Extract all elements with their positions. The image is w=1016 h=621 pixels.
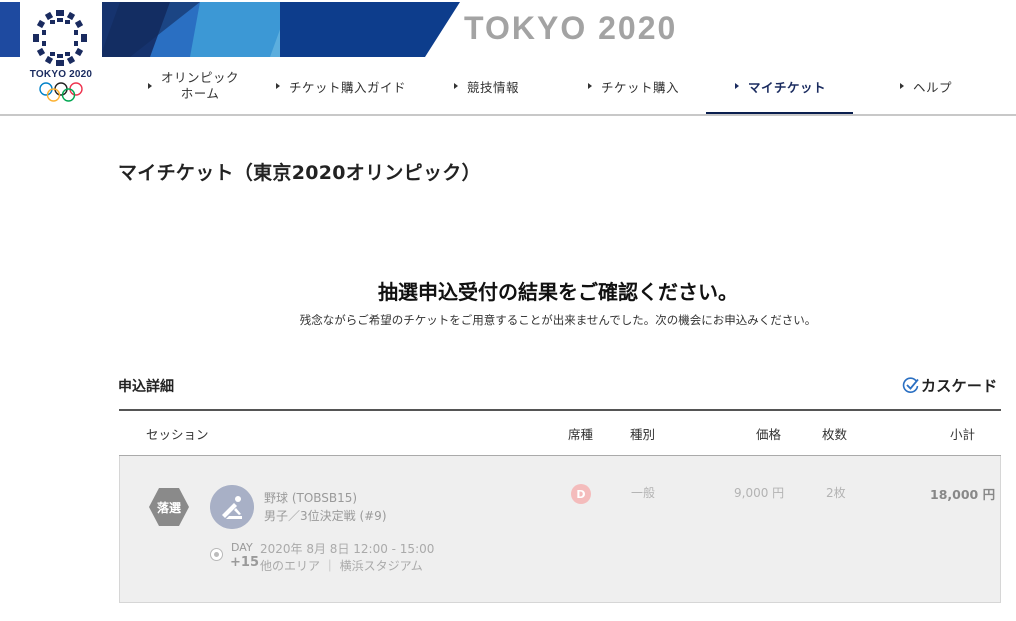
nav-item-sports-info[interactable]: 競技情報 — [454, 57, 519, 115]
ticket-price: 9,000 円 — [734, 486, 785, 500]
nav-label: ホーム — [180, 86, 220, 101]
nav-label: ヘルプ — [913, 79, 953, 95]
global-nav: オリンピック ホーム チケット購入ガイド 競技情報 チケット購入 マイチケット … — [102, 57, 1016, 115]
logo-text: TOKYO 2020 — [29, 69, 93, 80]
status-badge: 落選 — [148, 486, 190, 528]
session-venue: 他のエリア ｜ 横浜スタジアム — [260, 559, 423, 573]
header-divider — [0, 114, 1016, 116]
result-message: 残念ながらご希望のチケットをご用意することが出来ませんでした。次の機会にお申込み… — [299, 313, 817, 327]
day-number: +15 — [230, 555, 259, 570]
result-heading: 抽選申込受付の結果をご確認ください。 — [378, 280, 738, 304]
nav-item-help[interactable]: ヘルプ — [900, 57, 952, 115]
column-header-seat: 席種 — [568, 427, 594, 442]
tokyo-2020-emblem-icon — [33, 10, 87, 66]
column-header-session: セッション — [146, 427, 209, 442]
cascade-toggle[interactable]: カスケード — [902, 374, 998, 396]
ticket-subtotal: 18,000 円 — [930, 487, 996, 502]
nav-label: 競技情報 — [467, 79, 520, 95]
arrow-right-icon — [588, 83, 592, 89]
baseball-pictogram-icon — [210, 485, 254, 529]
section-title-details: 申込詳細 — [118, 379, 174, 395]
session-radio[interactable] — [210, 548, 223, 561]
arrow-right-icon — [735, 83, 739, 89]
cascade-label: カスケード — [921, 376, 998, 395]
nav-label: オリンピック — [161, 70, 240, 85]
table-row: 落選 野球 (TOBSB15) 男子／3位決定戦 (#9) DAY +15 20… — [119, 456, 1001, 603]
ticket-type: 一般 — [631, 486, 656, 500]
banner-brand-text: TOKYO 2020 — [464, 10, 678, 46]
page-title: マイチケット（東京2020オリンピック） — [118, 162, 481, 184]
event-name: 野球 (TOBSB15) — [264, 491, 358, 505]
arrow-right-icon — [900, 83, 904, 89]
nav-item-ticket-purchase[interactable]: チケット購入 — [588, 57, 679, 115]
arrow-right-icon — [454, 83, 458, 89]
olympic-rings-icon — [39, 82, 83, 102]
day-label: DAY — [231, 541, 253, 554]
column-header-subtotal: 小計 — [950, 427, 976, 442]
nav-label: マイチケット — [748, 79, 827, 95]
check-icon — [902, 377, 919, 393]
column-header-price: 価格 — [756, 427, 782, 442]
arrow-right-icon — [276, 83, 280, 89]
event-detail: 男子／3位決定戦 (#9) — [264, 509, 387, 523]
nav-label: チケット購入ガイド — [289, 79, 407, 95]
status-label: 落選 — [156, 500, 181, 515]
header-banner: TOKYO 2020 — [0, 2, 1016, 57]
nav-item-olympic-home[interactable]: オリンピック ホーム — [148, 57, 239, 115]
ticket-qty: 2枚 — [826, 486, 846, 500]
column-header-type: 種別 — [630, 427, 656, 442]
nav-item-ticket-guide[interactable]: チケット購入ガイド — [276, 57, 406, 115]
session-datetime: 2020年 8月 8日 12:00 - 15:00 — [260, 542, 435, 556]
nav-label: チケット購入 — [601, 79, 680, 95]
nav-item-my-ticket[interactable]: マイチケット — [735, 57, 826, 115]
logo[interactable]: TOKYO 2020 — [20, 2, 102, 112]
arrow-right-icon — [148, 83, 152, 89]
seat-category-badge: D — [571, 484, 591, 504]
column-header-qty: 枚数 — [822, 427, 848, 442]
table-top-border — [119, 409, 1001, 411]
